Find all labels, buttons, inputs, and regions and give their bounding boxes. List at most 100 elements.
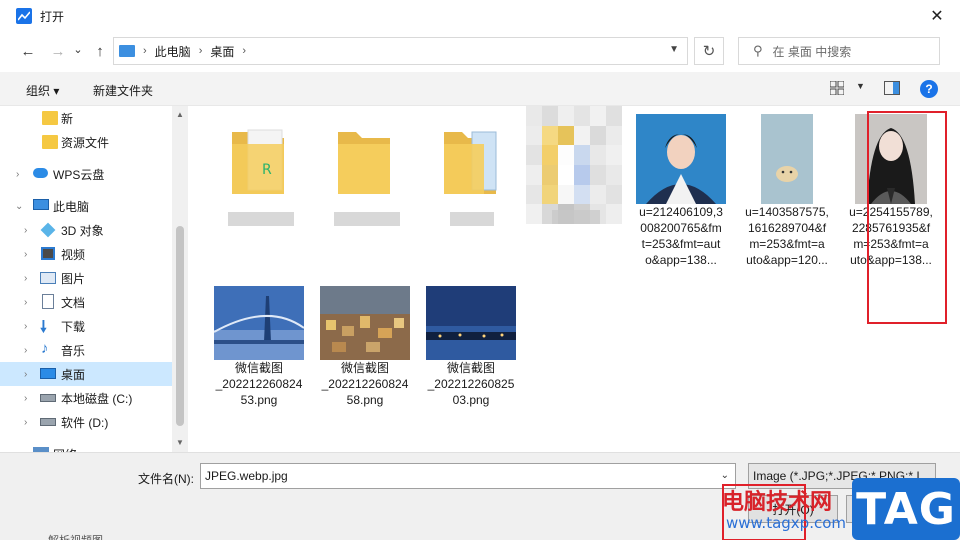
up-arrow-icon[interactable]: ↑	[88, 39, 112, 63]
file-item[interactable]	[422, 114, 520, 234]
sidebar-item-label: 视频	[61, 247, 86, 262]
preview-pane-icon[interactable]	[884, 81, 900, 95]
refresh-button[interactable]: ↻	[694, 37, 724, 65]
background-text: 解析视频图	[48, 532, 103, 540]
forward-arrow-icon[interactable]: →	[46, 39, 70, 63]
drive-icon	[40, 394, 56, 402]
scrollbar-thumb[interactable]	[176, 226, 184, 426]
scroll-up-icon[interactable]: ▲	[176, 110, 184, 119]
file-name: 微信截图 _202212260824 53.png	[215, 361, 303, 407]
back-arrow-icon[interactable]: ←	[16, 39, 40, 63]
view-dropdown-icon[interactable]: ▼	[856, 81, 865, 91]
documents-icon	[42, 294, 54, 309]
sidebar-scrollbar[interactable]: ▲ ▼	[172, 106, 188, 452]
sidebar-item-label: 资源文件	[61, 135, 110, 150]
file-item[interactable]: 微信截图 _202212260824 53.png	[210, 286, 308, 408]
sidebar-item-label: 3D 对象	[61, 223, 104, 238]
sidebar-item-wps-cloud[interactable]: › WPS云盘	[0, 162, 172, 186]
app-icon	[16, 8, 32, 24]
search-box[interactable]: ⚲ 在 桌面 中搜索	[738, 37, 940, 65]
sidebar-item-resources[interactable]: 资源文件	[0, 130, 172, 154]
navigation-bar: ← → ⌄ ↑ › 此电脑 › 桌面 › ▼ ↻ ⚲ 在 桌面 中搜索	[0, 32, 960, 70]
sidebar-item-label: 文档	[61, 295, 86, 310]
filename-input[interactable]: JPEG.webp.jpg ⌄	[200, 463, 736, 489]
sidebar-item-downloads[interactable]: › 🠗 下载	[0, 314, 172, 338]
folder-icon	[338, 132, 390, 194]
chevron-right-icon[interactable]: ›	[16, 169, 19, 180]
close-button[interactable]: ✕	[914, 0, 960, 32]
file-name: 微信截图 _202212260825 03.png	[427, 361, 515, 407]
scroll-down-icon[interactable]: ▼	[176, 438, 184, 447]
file-list: R u=212406109,3 008200765&fm t=253&fmt=a…	[190, 106, 960, 452]
sidebar-item-desktop[interactable]: › 桌面	[0, 362, 172, 386]
chevron-right-icon[interactable]: ›	[24, 297, 27, 308]
chevron-down-icon[interactable]: ⌄	[15, 201, 23, 212]
navigation-pane: 新 资源文件 › WPS云盘 ⌄ 此电脑 › 3D 对象 › 视频 › 图片 ›…	[0, 106, 188, 452]
svg-text:R: R	[262, 162, 272, 178]
change-view-icon[interactable]	[829, 80, 845, 96]
chevron-down-icon[interactable]: ⌄	[721, 470, 729, 481]
filename-value[interactable]: JPEG.webp.jpg	[205, 469, 288, 483]
file-item[interactable]	[316, 114, 414, 234]
chevron-right-icon[interactable]: ›	[24, 369, 27, 380]
sidebar-item-new[interactable]: 新	[0, 106, 172, 130]
blurred-label	[334, 212, 400, 226]
sidebar-item-label: 音乐	[61, 343, 86, 358]
chevron-right-icon[interactable]: ›	[24, 345, 27, 356]
file-item[interactable]	[526, 106, 624, 236]
sidebar-item-label: 新	[61, 111, 74, 126]
breadcrumb-separator[interactable]: ›	[242, 45, 246, 57]
video-icon	[41, 247, 55, 260]
blurred-label	[228, 212, 294, 226]
blurred-label	[552, 210, 600, 224]
chevron-right-icon[interactable]: ›	[24, 393, 27, 404]
address-bar[interactable]: › 此电脑 › 桌面 › ▼	[113, 37, 688, 65]
breadcrumb-this-pc[interactable]: 此电脑	[155, 43, 191, 60]
new-folder-button[interactable]: 新建文件夹	[93, 82, 153, 99]
address-dropdown-icon[interactable]: ▼	[669, 44, 679, 55]
sidebar-item-label: 本地磁盘 (C:)	[61, 391, 133, 406]
blurred-thumbnail	[526, 106, 622, 224]
file-name: u=1403587575, 1616289704&f m=253&fmt=a u…	[745, 205, 829, 267]
file-item[interactable]: u=1403587575, 1616289704&f m=253&fmt=a u…	[738, 114, 836, 268]
filename-label: 文件名(N):	[138, 472, 194, 486]
sidebar-item-drive-c[interactable]: › 本地磁盘 (C:)	[0, 386, 172, 410]
sidebar-item-label: 软件 (D:)	[61, 415, 109, 430]
folder-icon: R	[232, 129, 284, 194]
search-icon: ⚲	[753, 43, 763, 58]
sidebar-item-documents[interactable]: › 文档	[0, 290, 172, 314]
breadcrumb-desktop[interactable]: 桌面	[210, 43, 234, 60]
watermark-url: www.tagxp.com	[726, 514, 846, 532]
file-item[interactable]: 微信截图 _202212260825 03.png	[422, 286, 520, 408]
recent-locations-icon[interactable]: ⌄	[70, 37, 86, 61]
sidebar-item-music[interactable]: › ♪ 音乐	[0, 338, 172, 362]
watermark-text: 电脑技术网	[722, 490, 833, 515]
sidebar-item-pictures[interactable]: › 图片	[0, 266, 172, 290]
file-item[interactable]: R	[210, 114, 308, 234]
folder-icon	[444, 131, 497, 194]
organize-button[interactable]: 组织 ▾	[26, 82, 59, 99]
sidebar-item-label: 下载	[61, 319, 86, 334]
chevron-right-icon[interactable]: ›	[24, 249, 27, 260]
sidebar-item-drive-d[interactable]: › 软件 (D:)	[0, 410, 172, 434]
chevron-right-icon[interactable]: ›	[24, 225, 27, 236]
drive-icon	[40, 418, 56, 426]
sidebar-item-network[interactable]: › 网络	[0, 442, 172, 452]
music-icon: ♪	[41, 340, 49, 357]
help-icon[interactable]: ?	[920, 80, 938, 98]
chevron-right-icon[interactable]: ›	[24, 321, 27, 332]
sidebar-item-videos[interactable]: › 视频	[0, 242, 172, 266]
downloads-icon: 🠗	[40, 319, 47, 336]
computer-icon	[33, 199, 49, 210]
file-item[interactable]: 微信截图 _202212260824 58.png	[316, 286, 414, 408]
file-name: 微信截图 _202212260824 58.png	[321, 361, 409, 407]
sidebar-item-label: 图片	[61, 271, 86, 286]
chevron-right-icon[interactable]: ›	[24, 273, 27, 284]
search-placeholder[interactable]: 在 桌面 中搜索	[773, 43, 852, 60]
sidebar-item-this-pc[interactable]: ⌄ 此电脑	[0, 194, 172, 218]
sidebar-item-3d-objects[interactable]: › 3D 对象	[0, 218, 172, 242]
file-item[interactable]: u=212406109,3 008200765&fm t=253&fmt=aut…	[632, 114, 730, 268]
highlight-box	[867, 111, 947, 324]
chevron-right-icon[interactable]: ›	[24, 417, 27, 428]
photo-thumbnail	[761, 114, 813, 204]
